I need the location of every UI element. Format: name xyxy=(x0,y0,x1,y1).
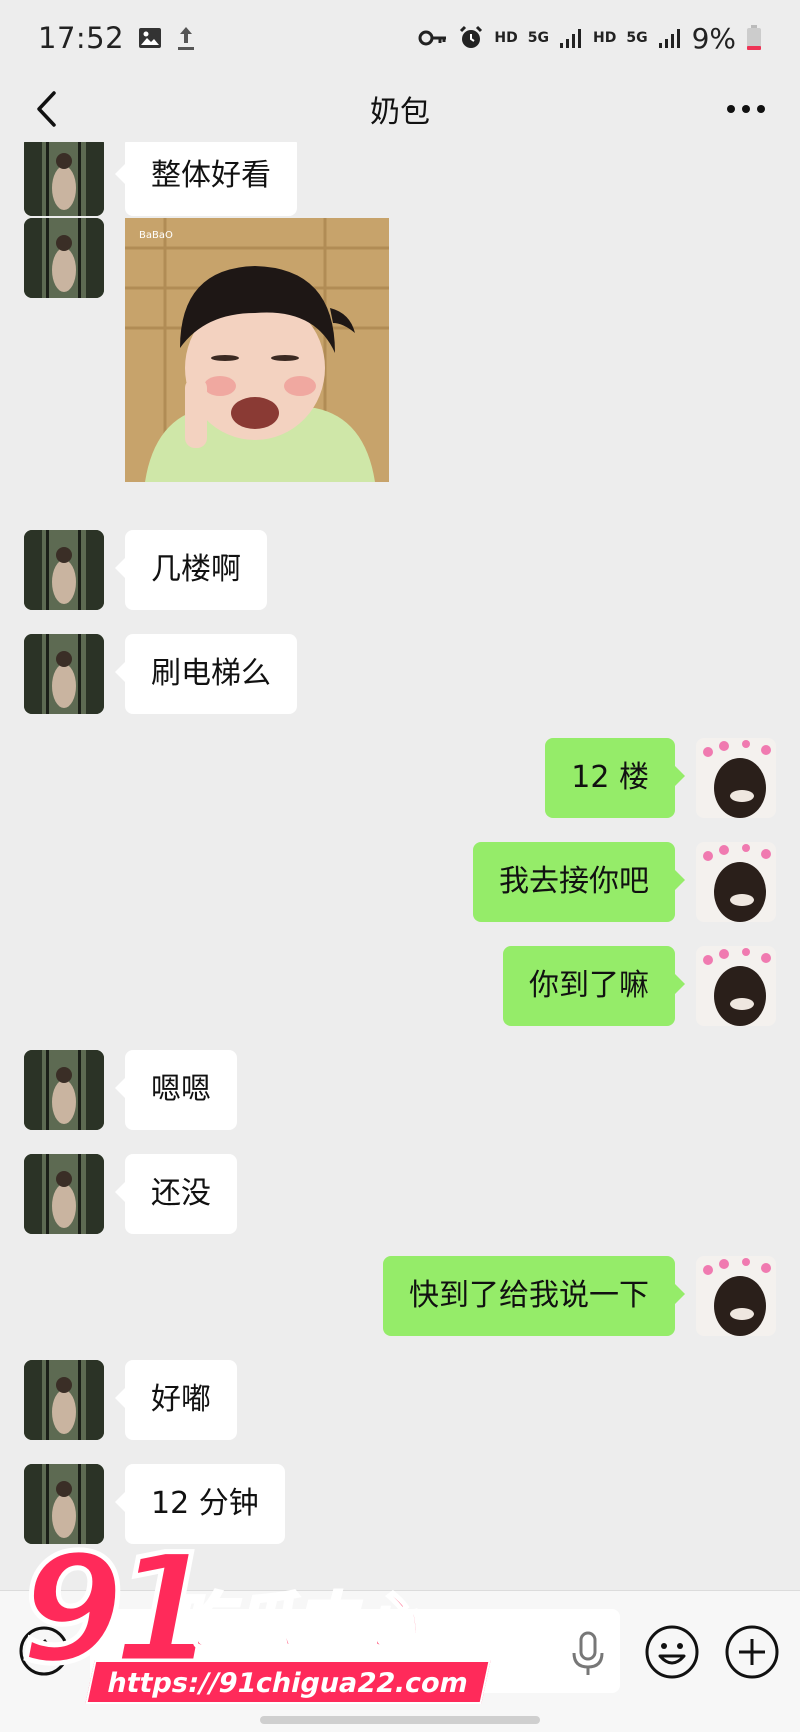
message-bubble[interactable]: 12 分钟 xyxy=(115,1464,285,1544)
home-indicator[interactable] xyxy=(260,1716,540,1724)
emoji-button[interactable] xyxy=(644,1624,700,1680)
more-icon xyxy=(727,105,765,113)
message-bubble[interactable]: 12 楼 xyxy=(545,738,685,818)
contact-avatar[interactable] xyxy=(24,1464,104,1544)
voice-icon xyxy=(19,1626,69,1676)
network-label-hd-1: HD xyxy=(494,30,518,46)
network-label-hd-2: HD xyxy=(593,30,617,46)
message-item: 嗯嗯 xyxy=(0,1050,800,1130)
back-button[interactable] xyxy=(26,86,66,132)
message-item: 我去接你吧 xyxy=(0,842,800,922)
message-bubble[interactable]: 快到了给我说一下 xyxy=(383,1256,685,1336)
status-time: 17:52 xyxy=(38,21,125,55)
status-right: HD 5G HD 5G 9% xyxy=(418,22,762,55)
my-avatar[interactable] xyxy=(696,1256,776,1336)
more-options-button[interactable] xyxy=(718,86,774,132)
signal-icon xyxy=(559,27,583,49)
contact-avatar[interactable] xyxy=(24,1050,104,1130)
contact-avatar[interactable] xyxy=(24,218,104,298)
message-bubble[interactable]: 好嘟 xyxy=(115,1360,237,1440)
message-list[interactable]: 整体好看 BaBaO 几楼啊 刷电梯么 12 楼 我去接你吧 你到了嘛 嗯嗯 还… xyxy=(0,142,800,1590)
battery-percent: 9% xyxy=(691,21,736,55)
sticker-image[interactable]: BaBaO xyxy=(125,218,389,482)
emoji-icon xyxy=(645,1625,699,1679)
upload-icon xyxy=(176,25,196,51)
my-avatar[interactable] xyxy=(696,946,776,1026)
status-bar: 17:52 HD 5G HD 5G 9% xyxy=(0,0,800,76)
message-item: 还没 xyxy=(0,1154,800,1234)
status-left: 17:52 xyxy=(38,21,196,55)
message-item: 你到了嘛 xyxy=(0,946,800,1026)
message-item: 快到了给我说一下 xyxy=(0,1256,800,1336)
message-bubble[interactable]: 还没 xyxy=(115,1154,237,1234)
message-item: 几楼啊 xyxy=(0,530,800,610)
alarm-icon xyxy=(458,25,484,51)
gallery-icon xyxy=(138,27,162,49)
my-avatar[interactable] xyxy=(696,738,776,818)
microphone-button[interactable] xyxy=(570,1631,606,1677)
voice-toggle-button[interactable] xyxy=(18,1625,70,1677)
contact-avatar[interactable] xyxy=(24,1154,104,1234)
message-bubble[interactable]: 嗯嗯 xyxy=(115,1050,237,1130)
message-item: 整体好看 xyxy=(0,142,800,216)
more-functions-button[interactable] xyxy=(724,1624,780,1680)
message-item: 12 分钟 xyxy=(0,1464,800,1544)
message-item: 刷电梯么 xyxy=(0,634,800,714)
chevron-left-icon xyxy=(37,91,56,127)
message-input[interactable] xyxy=(90,1609,620,1693)
battery-icon xyxy=(746,25,762,51)
chat-header: 奶包 xyxy=(0,76,800,142)
key-icon xyxy=(418,29,448,47)
contact-avatar[interactable] xyxy=(24,1360,104,1440)
my-avatar[interactable] xyxy=(696,842,776,922)
sticker-watermark: BaBaO xyxy=(139,230,173,241)
network-label-5g-2: 5G xyxy=(626,30,648,46)
contact-avatar[interactable] xyxy=(24,530,104,610)
contact-avatar[interactable] xyxy=(24,142,104,216)
message-item: 好嘟 xyxy=(0,1360,800,1440)
network-label-5g-1: 5G xyxy=(527,30,549,46)
message-bubble[interactable]: 整体好看 xyxy=(115,142,297,216)
input-bar xyxy=(0,1590,800,1732)
message-item: 12 楼 xyxy=(0,738,800,818)
chat-title: 奶包 xyxy=(370,95,430,130)
signal-icon-2 xyxy=(658,27,682,49)
message-bubble[interactable]: 几楼啊 xyxy=(115,530,267,610)
message-bubble[interactable]: 你到了嘛 xyxy=(503,946,685,1026)
message-bubble[interactable]: 刷电梯么 xyxy=(115,634,297,714)
microphone-icon xyxy=(572,1631,604,1675)
message-bubble[interactable]: 我去接你吧 xyxy=(473,842,685,922)
contact-avatar[interactable] xyxy=(24,634,104,714)
plus-icon xyxy=(725,1625,779,1679)
message-item: BaBaO xyxy=(0,218,800,484)
